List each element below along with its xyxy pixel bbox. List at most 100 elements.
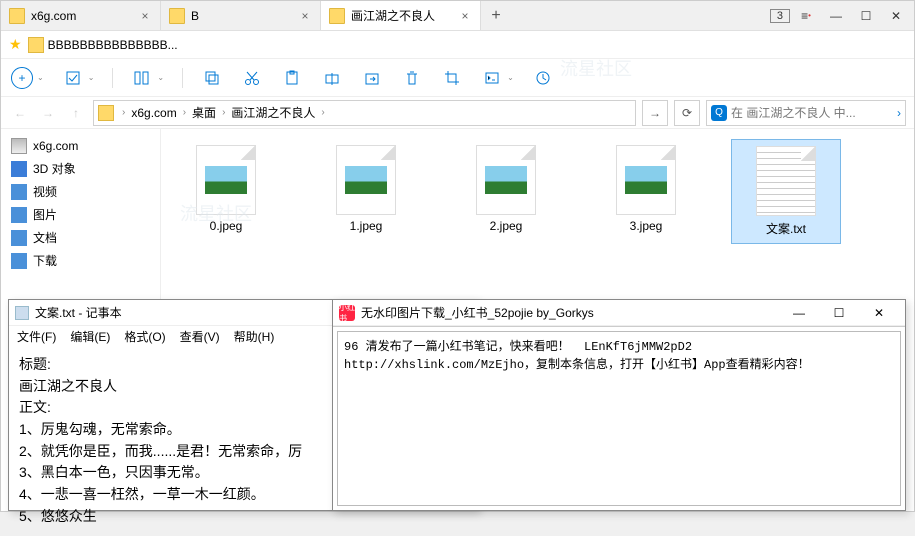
chevron-down-icon[interactable]: ⌄ xyxy=(157,73,164,82)
downloader-window: 小红书 无水印图片下载_小红书_52pojie by_Gorkys — ☐ ✕ xyxy=(332,299,906,511)
move-button[interactable] xyxy=(361,67,383,89)
file-item[interactable]: 0.jpeg xyxy=(171,139,281,244)
menu-help[interactable]: 帮助(H) xyxy=(234,328,275,345)
file-item[interactable]: 1.jpeg xyxy=(311,139,421,244)
breadcrumb: ›x6g.com ›桌面 ›画江湖之不良人 › xyxy=(118,104,329,121)
layout-button[interactable] xyxy=(131,67,153,89)
search-box[interactable]: Q › xyxy=(706,100,906,126)
picture-icon xyxy=(11,207,27,223)
tab-label: 画江湖之不良人 xyxy=(351,7,452,24)
sidebar-label: 文档 xyxy=(33,229,57,246)
select-button[interactable] xyxy=(62,67,84,89)
crumb-item[interactable]: 桌面 xyxy=(192,104,216,121)
cube-icon xyxy=(11,161,27,177)
sidebar-item-3d[interactable]: 3D 对象 xyxy=(5,157,156,180)
bookmark-bar: ★ BBBBBBBBBBBBBBB... xyxy=(1,31,914,59)
star-icon[interactable]: ★ xyxy=(9,36,22,53)
folder-icon xyxy=(28,37,44,53)
tab-x6g[interactable]: x6g.com × xyxy=(1,1,161,30)
folder-icon xyxy=(169,8,185,24)
new-tab-button[interactable]: + xyxy=(481,7,511,25)
menu-icon[interactable]: ≡• xyxy=(792,5,820,27)
menu-view[interactable]: 查看(V) xyxy=(180,328,220,345)
forward-button[interactable]: → xyxy=(37,102,59,124)
video-icon xyxy=(11,184,27,200)
tab-current[interactable]: 画江湖之不良人 × xyxy=(321,1,481,30)
crumb-item[interactable]: x6g.com xyxy=(131,106,176,120)
copy-button[interactable] xyxy=(201,67,223,89)
downloader-titlebar[interactable]: 小红书 无水印图片下载_小红书_52pojie by_Gorkys — ☐ ✕ xyxy=(333,300,905,326)
chevron-down-icon[interactable]: ⌄ xyxy=(37,73,44,82)
sidebar-label: 下载 xyxy=(33,252,57,269)
sidebar-label: x6g.com xyxy=(33,139,78,153)
folder-icon xyxy=(98,105,114,121)
tab-b[interactable]: B× xyxy=(161,1,321,30)
bookmark-label: BBBBBBBBBBBBBBB... xyxy=(48,38,178,52)
file-name: 3.jpeg xyxy=(630,219,663,233)
folder-icon xyxy=(329,8,345,24)
menu-format[interactable]: 格式(O) xyxy=(124,328,165,345)
close-icon[interactable]: × xyxy=(298,9,312,23)
maximize-button[interactable]: ☐ xyxy=(819,301,859,325)
cut-button[interactable] xyxy=(241,67,263,89)
url-textarea[interactable] xyxy=(337,331,901,506)
image-thumbnail xyxy=(196,145,256,215)
address-box[interactable]: ›x6g.com ›桌面 ›画江湖之不良人 › xyxy=(93,100,636,126)
rename-button[interactable] xyxy=(321,67,343,89)
search-icon: Q xyxy=(711,105,727,121)
file-name: 1.jpeg xyxy=(350,219,383,233)
sidebar-item-pictures[interactable]: 图片 xyxy=(5,203,156,226)
search-go-icon[interactable]: › xyxy=(897,106,901,120)
sidebar-label: 3D 对象 xyxy=(33,160,76,177)
chevron-down-icon[interactable]: ⌄ xyxy=(507,73,514,82)
file-name: 2.jpeg xyxy=(490,219,523,233)
document-icon xyxy=(11,230,27,246)
paste-button[interactable] xyxy=(281,67,303,89)
sidebar-item-disk[interactable]: x6g.com xyxy=(5,135,156,157)
sidebar-item-downloads[interactable]: 下载 xyxy=(5,249,156,272)
file-item[interactable]: 3.jpeg xyxy=(591,139,701,244)
chevron-down-icon[interactable]: ⌄ xyxy=(88,73,95,82)
toolbar: + ⌄ ⌄ ⌄ ⌄ xyxy=(1,59,914,97)
menu-file[interactable]: 文件(F) xyxy=(17,328,56,345)
file-item-selected[interactable]: 文案.txt xyxy=(731,139,841,244)
go-button[interactable]: → xyxy=(642,100,668,126)
file-item[interactable]: 2.jpeg xyxy=(451,139,561,244)
close-icon[interactable]: × xyxy=(458,9,472,23)
delete-button[interactable] xyxy=(401,67,423,89)
text-thumbnail xyxy=(756,146,816,216)
up-button[interactable]: ↑ xyxy=(65,102,87,124)
maximize-button[interactable]: ☐ xyxy=(852,5,880,27)
sidebar-item-documents[interactable]: 文档 xyxy=(5,226,156,249)
download-icon xyxy=(11,253,27,269)
back-button[interactable]: ← xyxy=(9,102,31,124)
disk-icon xyxy=(11,138,27,154)
sidebar-item-video[interactable]: 视频 xyxy=(5,180,156,203)
close-icon[interactable]: × xyxy=(138,9,152,23)
refresh-button[interactable]: ⟳ xyxy=(674,100,700,126)
history-button[interactable] xyxy=(532,67,554,89)
sidebar-label: 视频 xyxy=(33,183,57,200)
minimize-button[interactable]: — xyxy=(822,5,850,27)
image-thumbnail xyxy=(336,145,396,215)
terminal-button[interactable] xyxy=(481,67,503,89)
search-input[interactable] xyxy=(731,106,893,120)
close-button[interactable]: ✕ xyxy=(859,301,899,325)
file-name: 0.jpeg xyxy=(210,219,243,233)
window-controls: — ☐ ✕ xyxy=(779,301,899,325)
crop-button[interactable] xyxy=(441,67,463,89)
new-button[interactable]: + xyxy=(11,67,33,89)
tab-label: B xyxy=(191,9,292,23)
notepad-icon xyxy=(15,306,29,320)
file-name: 文案.txt xyxy=(766,220,806,237)
xiaohongshu-icon: 小红书 xyxy=(339,305,355,321)
menu-edit[interactable]: 编辑(E) xyxy=(70,328,110,345)
crumb-item[interactable]: 画江湖之不良人 xyxy=(231,104,315,121)
tab-count-badge: 3 xyxy=(770,9,790,23)
bookmark-folder[interactable]: BBBBBBBBBBBBBBB... xyxy=(28,37,178,53)
window-controls: 3 ≡• — ☐ ✕ xyxy=(770,5,914,27)
close-button[interactable]: ✕ xyxy=(882,5,910,27)
folder-icon xyxy=(9,8,25,24)
tab-label: x6g.com xyxy=(31,9,132,23)
minimize-button[interactable]: — xyxy=(779,301,819,325)
